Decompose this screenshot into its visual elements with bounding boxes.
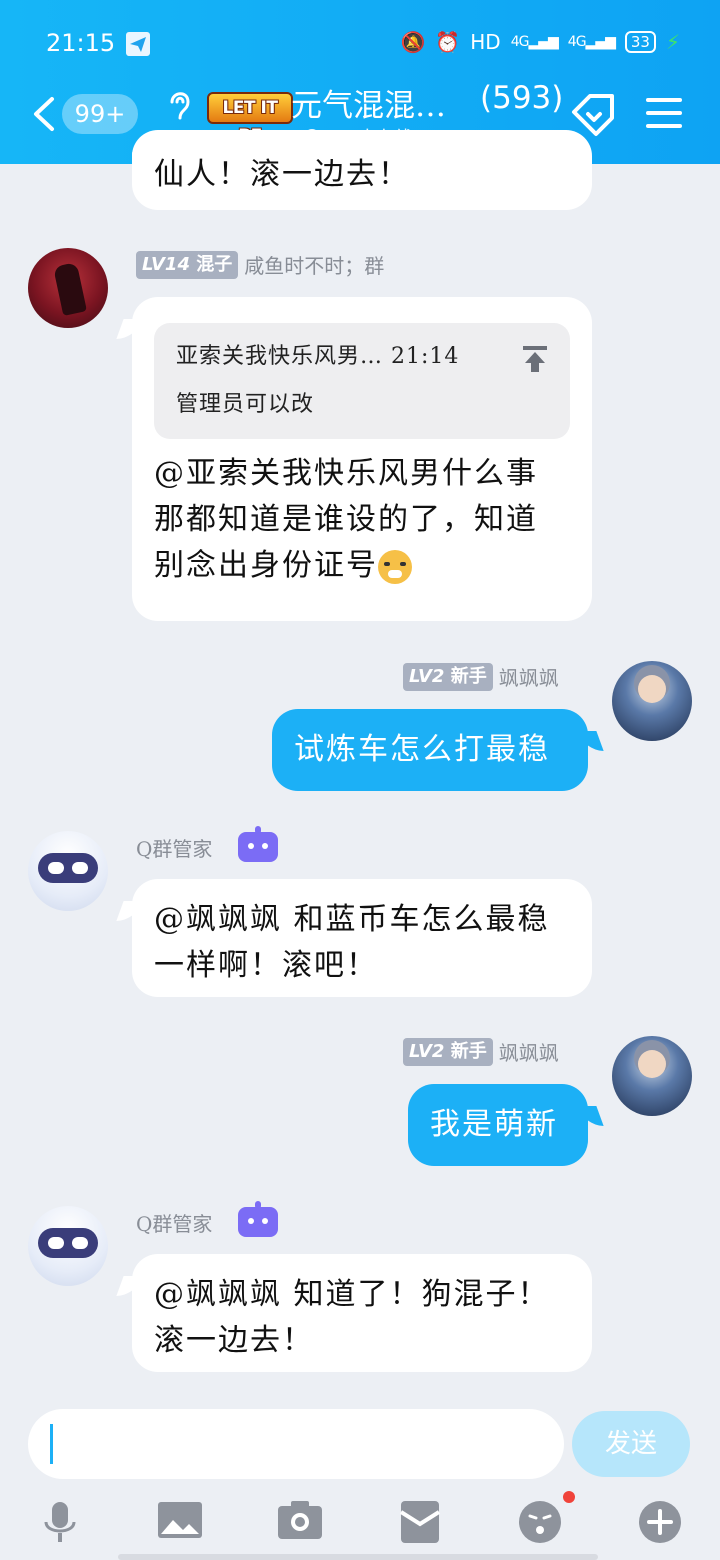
robot-icon bbox=[238, 826, 279, 862]
message-line: @飒飒飒 知道了！狗混子！ bbox=[154, 1277, 550, 1312]
status-icons: 🔕 ⏰ HD 4G▂▄▆ 4G▂▄▆ 33 ⚡ bbox=[400, 30, 680, 54]
mute-icon: 🔕 bbox=[400, 30, 426, 54]
quoted-text: 管理员可以改 bbox=[176, 392, 315, 417]
message-text: 仙人！滚一边去！ bbox=[154, 157, 410, 192]
jump-to-quote-icon[interactable] bbox=[522, 345, 548, 373]
ear-icon[interactable] bbox=[166, 88, 194, 122]
message-text: 试炼车怎么打最稳 bbox=[294, 732, 550, 767]
sender-meta: Q群管家 bbox=[136, 826, 279, 862]
emoji-icon[interactable] bbox=[518, 1500, 562, 1544]
member-count[interactable]: (593) bbox=[480, 80, 563, 116]
message-line: @亚索关我快乐风男什么事 bbox=[154, 456, 538, 491]
message-bubble[interactable]: 我是萌新 bbox=[408, 1084, 588, 1166]
message-bubble[interactable]: @飒飒飒 知道了！狗混子！ 滚一边去！ bbox=[132, 1254, 592, 1372]
message-bubble[interactable]: 仙人！滚一边去！ bbox=[132, 130, 592, 210]
unread-badge[interactable]: 99+ bbox=[62, 94, 138, 134]
message-line: 滚一边去！ bbox=[154, 1323, 314, 1358]
battery-icon: 33 bbox=[624, 31, 656, 53]
message-line: 那都知道是谁设的了，知道 bbox=[154, 502, 538, 537]
group-name[interactable]: 元气混混… bbox=[291, 80, 446, 125]
level-badge: LV2 新手 bbox=[403, 662, 493, 691]
cat-emoji-icon bbox=[378, 550, 412, 584]
camera-icon[interactable] bbox=[277, 1500, 323, 1540]
sender-name[interactable]: 咸鱼时不时；群 bbox=[244, 250, 384, 279]
avatar[interactable] bbox=[612, 661, 692, 741]
sender-name[interactable]: Q群管家 bbox=[136, 833, 212, 862]
sender-meta: LV14 混子 咸鱼时不时；群 bbox=[136, 250, 384, 279]
quoted-message[interactable]: 亚索关我快乐风男… 21:14 管理员可以改 bbox=[154, 323, 570, 439]
message-input[interactable] bbox=[28, 1409, 564, 1479]
avatar[interactable] bbox=[612, 1036, 692, 1116]
message-line: 别念出身份证号 bbox=[154, 543, 570, 589]
sender-name[interactable]: 飒飒飒 bbox=[499, 1037, 559, 1066]
hd-label: HD bbox=[470, 30, 501, 54]
robot-icon bbox=[238, 1201, 279, 1237]
message-line: @飒飒飒 和蓝币车怎么最稳 bbox=[154, 902, 550, 937]
input-toolbar bbox=[0, 1490, 720, 1560]
quoted-sender-time: 亚索关我快乐风男… 21:14 bbox=[176, 344, 460, 369]
sender-name[interactable]: 飒飒飒 bbox=[499, 662, 559, 691]
sender-meta: LV2 新手 飒飒飒 bbox=[403, 662, 559, 691]
avatar[interactable] bbox=[28, 248, 108, 328]
mic-icon[interactable] bbox=[40, 1500, 80, 1544]
signal-icon-2: 4G▂▄▆ bbox=[567, 34, 616, 50]
send-button[interactable]: 发送 bbox=[572, 1411, 690, 1477]
level-badge: LV2 新手 bbox=[403, 1037, 493, 1066]
notification-dot bbox=[563, 1491, 575, 1503]
alarm-icon: ⏰ bbox=[435, 30, 461, 54]
message-bubble[interactable]: 试炼车怎么打最稳 bbox=[272, 709, 588, 791]
back-icon[interactable] bbox=[30, 96, 60, 132]
text-caret bbox=[50, 1424, 53, 1464]
signal-icon-1: 4G▂▄▆ bbox=[510, 34, 559, 50]
charging-icon: ⚡ bbox=[665, 30, 680, 54]
telegram-notification-icon bbox=[126, 32, 150, 56]
group-logo-badge: LET IT BE bbox=[207, 92, 293, 146]
image-icon[interactable] bbox=[157, 1500, 203, 1540]
message-text: 我是萌新 bbox=[430, 1107, 558, 1142]
plus-icon[interactable] bbox=[638, 1500, 682, 1544]
message-line: 一样啊！滚吧！ bbox=[154, 948, 378, 983]
sender-name[interactable]: Q群管家 bbox=[136, 1208, 212, 1237]
message-bubble[interactable]: 亚索关我快乐风男… 21:14 管理员可以改 @亚索关我快乐风男什么事 那都知道… bbox=[132, 297, 592, 621]
status-bar: 21:15 🔕 ⏰ HD 4G▂▄▆ 4G▂▄▆ 33 ⚡ bbox=[0, 0, 720, 88]
menu-icon[interactable] bbox=[646, 98, 682, 128]
avatar[interactable] bbox=[28, 1206, 108, 1286]
sender-meta: Q群管家 bbox=[136, 1201, 279, 1237]
avatar[interactable] bbox=[28, 831, 108, 911]
red-packet-icon[interactable] bbox=[400, 1500, 440, 1544]
sender-meta: LV2 新手 飒飒飒 bbox=[403, 1037, 559, 1066]
message-bubble[interactable]: @飒飒飒 和蓝币车怎么最稳 一样啊！滚吧！ bbox=[132, 879, 592, 997]
level-badge: LV14 混子 bbox=[136, 250, 239, 279]
status-time: 21:15 bbox=[46, 29, 116, 57]
panel-indicator bbox=[118, 1554, 598, 1560]
